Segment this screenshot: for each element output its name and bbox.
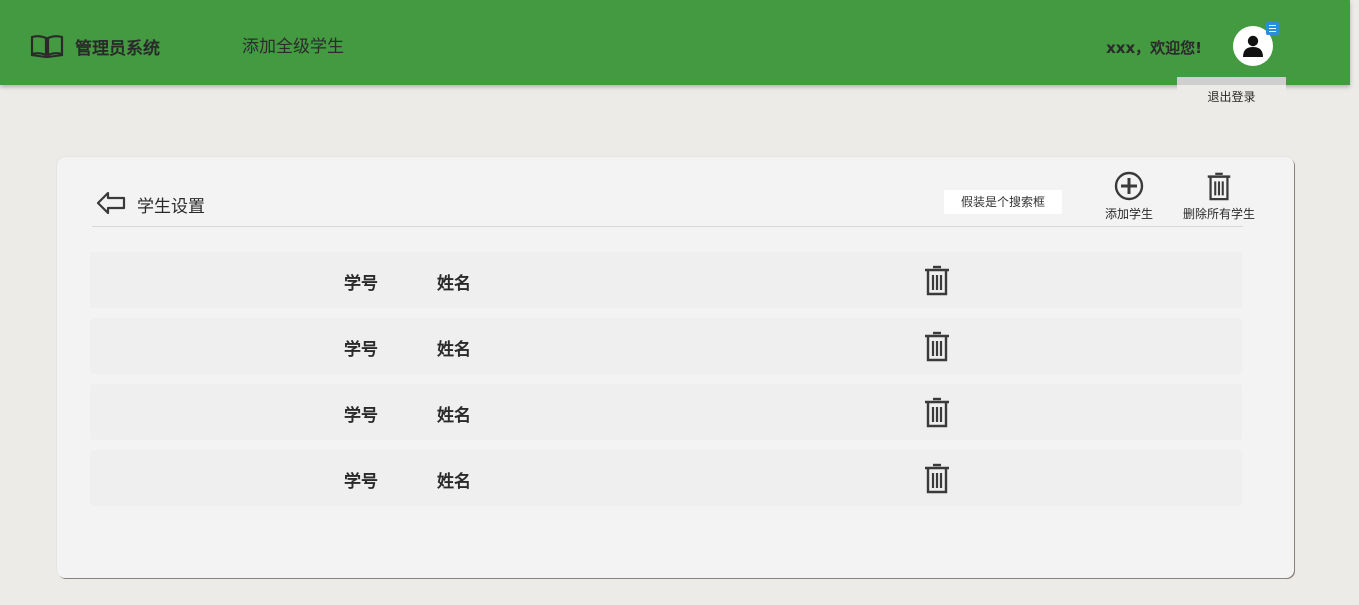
top-bar: 管理员系统 添加全级学生 xxx，欢迎您! (0, 0, 1350, 85)
student-row: 学号 姓名 (90, 450, 1242, 506)
delete-all-students-button[interactable]: 删除所有学生 (1179, 171, 1259, 222)
trash-icon[interactable] (923, 462, 951, 494)
logout-button[interactable]: 退出登录 (1177, 77, 1286, 109)
student-settings-panel: 学生设置 添加学生 删除所有学生 学号 姓名 (57, 157, 1294, 578)
student-name: 姓名 (437, 274, 471, 294)
student-row: 学号 姓名 (90, 384, 1242, 440)
student-id: 学号 (344, 406, 378, 426)
open-book-icon (30, 35, 64, 58)
back-arrow-icon[interactable] (96, 190, 126, 216)
user-icon (1243, 35, 1263, 57)
trash-icon[interactable] (923, 264, 951, 296)
menu-badge-icon[interactable] (1266, 22, 1279, 35)
add-student-button[interactable]: 添加学生 (1102, 171, 1156, 222)
trash-icon (1207, 172, 1231, 201)
welcome-text: xxx，欢迎您! (1106, 39, 1202, 57)
student-id: 学号 (344, 274, 378, 294)
student-id: 学号 (344, 472, 378, 492)
student-name: 姓名 (437, 472, 471, 492)
student-id: 学号 (344, 340, 378, 360)
add-student-label: 添加学生 (1104, 207, 1153, 221)
student-name: 姓名 (437, 406, 471, 426)
brand: 管理员系统 (30, 33, 160, 59)
page-title: 学生设置 (137, 197, 205, 217)
trash-icon[interactable] (923, 330, 951, 362)
plus-circle-icon (1114, 171, 1144, 201)
nav-add-all-students[interactable]: 添加全级学生 (242, 32, 344, 57)
student-row: 学号 姓名 (90, 318, 1242, 374)
student-row: 学号 姓名 (90, 252, 1242, 308)
student-name: 姓名 (437, 340, 471, 360)
app-title: 管理员系统 (75, 38, 160, 59)
panel-toolbar: 学生设置 添加学生 删除所有学生 (92, 157, 1255, 227)
search-input[interactable] (944, 190, 1062, 214)
trash-icon[interactable] (923, 396, 951, 428)
delete-all-label: 删除所有学生 (1182, 207, 1255, 221)
